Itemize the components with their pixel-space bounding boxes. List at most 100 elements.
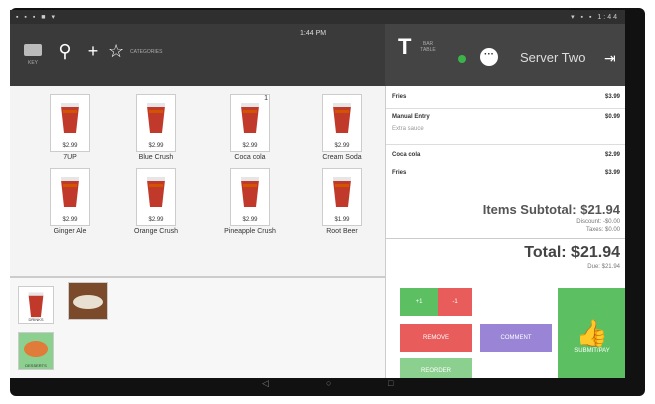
- product-price: $2.99: [242, 143, 258, 149]
- product-tile[interactable]: $2.99 Pineapple Crush: [210, 168, 290, 235]
- thumbs-up-icon: 👍: [575, 318, 609, 348]
- category-thumb-meals[interactable]: [68, 282, 108, 320]
- order-line-name: Manual Entry: [392, 114, 430, 120]
- drink-icon: [28, 292, 44, 318]
- product-name: Pineapple Crush: [224, 228, 276, 235]
- logout-icon[interactable]: ⇥: [604, 50, 616, 67]
- remove-button[interactable]: REMOVE: [400, 324, 472, 352]
- order-line-name: Fries: [392, 94, 407, 100]
- category-thumb-desserts[interactable]: DESSERTS: [18, 332, 54, 370]
- product-price: $2.99: [62, 217, 78, 223]
- increase-qty-button[interactable]: +1: [400, 288, 438, 316]
- cart-badge: 1: [264, 95, 268, 102]
- keypad-button[interactable]: KEY: [18, 40, 48, 66]
- bar-table-label: BAR TABLE: [420, 41, 436, 53]
- product-name: Ginger Ale: [53, 228, 87, 235]
- discount: Discount: -$0.00: [576, 219, 620, 225]
- order-line-price: $2.99: [604, 152, 620, 158]
- status-dot-icon: [458, 55, 466, 63]
- top-toolbar: KEY ⚲ + ☆ CATEGORIES 1:44 PM T BAR TABLE…: [10, 24, 625, 86]
- order-line-name: Coca cola: [392, 152, 421, 158]
- product-price: $2.99: [148, 217, 164, 223]
- product-grid: $2.99 7UP $2.99 Blue Crush 1 $2.99 Coca cola $2…: [10, 86, 385, 276]
- order-line-price: $0.99: [604, 114, 620, 120]
- reorder-button[interactable]: REORDER: [400, 358, 472, 378]
- order-line-name: Extra sauce: [392, 126, 424, 132]
- pos-screen: ▪ ▪ ▪ ■ ▾ ▾ ▪ ▪ 1:44 KEY ⚲ + ☆ CATEGORIE…: [10, 10, 625, 378]
- product-tile[interactable]: $2.99 Orange Crush: [116, 168, 196, 235]
- amount-due: Due: $21.94: [587, 264, 620, 270]
- product-name: Root Beer: [326, 228, 358, 235]
- product-tile[interactable]: 1 $2.99 Coca cola: [210, 94, 290, 161]
- divider: [386, 238, 625, 239]
- home-icon[interactable]: ○: [326, 378, 331, 388]
- status-bar: ▪ ▪ ▪ ■ ▾ ▾ ▪ ▪ 1:44: [10, 10, 625, 24]
- decrease-qty-button[interactable]: -1: [438, 288, 472, 316]
- order-line[interactable]: Coca cola $2.99: [392, 152, 620, 158]
- table-button[interactable]: T BAR TABLE: [398, 36, 448, 58]
- product-card[interactable]: 1 $2.99: [230, 94, 270, 152]
- keypad-icon: [24, 44, 42, 56]
- drink-icon: [147, 103, 165, 133]
- product-name: Coca cola: [234, 154, 266, 161]
- clock: 1:44 PM: [300, 30, 327, 37]
- order-line[interactable]: Fries $3.99: [392, 170, 620, 176]
- product-card[interactable]: $1.99: [322, 168, 362, 226]
- product-tile[interactable]: $1.99 Root Beer: [302, 168, 382, 235]
- items-subtotal: Items Subtotal: $21.94: [482, 202, 620, 217]
- taxes: Taxes: $0.00: [585, 227, 620, 233]
- product-price: $2.99: [334, 143, 350, 149]
- product-card[interactable]: $2.99: [230, 168, 270, 226]
- divider: [386, 144, 625, 145]
- order-line-name: Fries: [392, 170, 407, 176]
- order-line[interactable]: Fries $3.99: [392, 94, 620, 100]
- submit-pay-button[interactable]: 👍 SUBMIT/PAY: [558, 288, 625, 378]
- recent-apps-icon[interactable]: □: [388, 378, 393, 388]
- product-name: Orange Crush: [134, 228, 178, 235]
- product-tile[interactable]: $2.99 7UP: [30, 94, 110, 161]
- drink-icon: [147, 177, 165, 207]
- product-name: Cream Soda: [322, 154, 362, 161]
- dessert-icon: [24, 341, 48, 357]
- status-icons-right: ▾ ▪ ▪ 1:44: [571, 14, 619, 21]
- divider: [386, 108, 625, 109]
- product-card[interactable]: $2.99: [136, 94, 176, 152]
- category-thumb-drinks[interactable]: DRINKS: [18, 286, 54, 324]
- more-options-icon[interactable]: ···: [480, 48, 498, 66]
- product-price: $2.99: [148, 143, 164, 149]
- server-name: Server Two: [520, 50, 586, 65]
- product-tile[interactable]: $2.99 Blue Crush: [116, 94, 196, 161]
- product-card[interactable]: $2.99: [322, 94, 362, 152]
- product-card[interactable]: $2.99: [136, 168, 176, 226]
- product-card[interactable]: $2.99: [50, 94, 90, 152]
- drink-icon: [333, 103, 351, 133]
- product-tile[interactable]: $2.99 Cream Soda: [302, 94, 382, 161]
- product-price: $2.99: [242, 217, 258, 223]
- product-tile[interactable]: $2.99 Ginger Ale: [30, 168, 110, 235]
- order-total: Total: $21.94: [524, 244, 620, 261]
- category-strip: DRINKS DESSERTS: [10, 276, 385, 378]
- search-button[interactable]: ⚲: [52, 40, 78, 62]
- categories-button[interactable]: ☆ CATEGORIES: [108, 40, 168, 62]
- drink-icon: [333, 177, 351, 207]
- product-card[interactable]: $2.99: [50, 168, 90, 226]
- android-nav-bar: ◁ ○ □: [10, 378, 625, 390]
- keypad-label: KEY: [27, 60, 38, 66]
- product-price: $1.99: [334, 217, 350, 223]
- status-icons-left: ▪ ▪ ▪ ■ ▾: [16, 14, 57, 21]
- drink-icon: [61, 103, 79, 133]
- search-icon: ⚲: [58, 41, 72, 61]
- order-panel: Fries $3.99 Manual Entry $0.99 Extra sau…: [385, 86, 625, 378]
- drink-icon: [241, 177, 259, 207]
- back-icon[interactable]: ◁: [262, 378, 269, 389]
- comment-button[interactable]: COMMENT: [480, 324, 552, 352]
- add-button[interactable]: +: [80, 40, 106, 62]
- meal-icon: [73, 295, 103, 309]
- order-line-price: $3.99: [604, 170, 620, 176]
- submit-pay-label: SUBMIT/PAY: [574, 348, 610, 354]
- drink-icon: [241, 103, 259, 133]
- order-line[interactable]: Manual Entry $0.99: [392, 114, 620, 120]
- plus-icon: +: [87, 41, 99, 61]
- order-line-note: Extra sauce: [392, 126, 620, 132]
- category-thumb-label: DESSERTS: [25, 363, 47, 368]
